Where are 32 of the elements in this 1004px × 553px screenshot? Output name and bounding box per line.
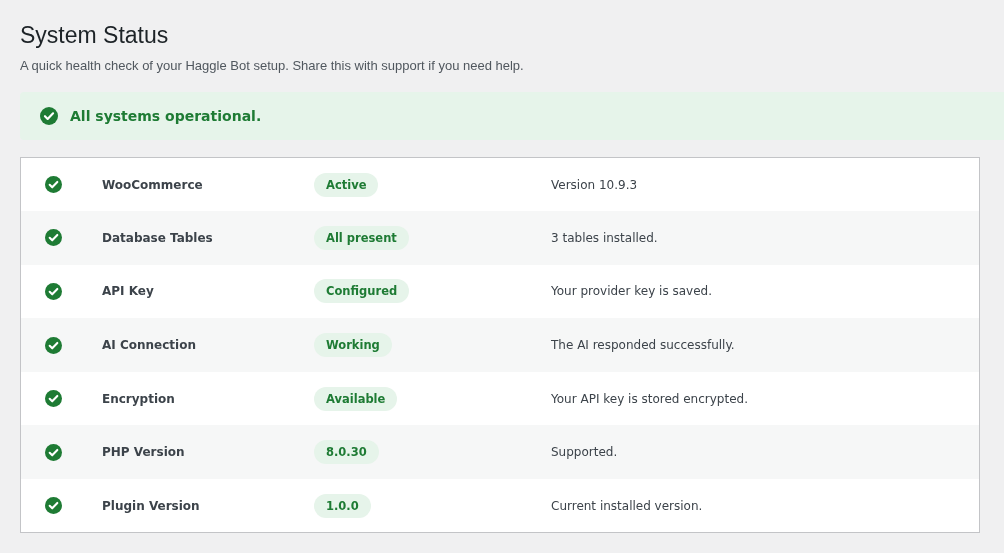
status-badge: Available xyxy=(314,386,398,411)
status-badge: Working xyxy=(314,333,392,358)
check-circle-icon xyxy=(45,390,62,408)
check-name: Database Tables xyxy=(102,230,213,245)
check-name: API Key xyxy=(102,284,154,299)
check-name: AI Connection xyxy=(102,338,196,353)
check-circle-icon xyxy=(45,443,62,461)
check-detail: The AI responded successfully. xyxy=(551,338,735,353)
check-circle-icon xyxy=(45,283,62,300)
check-name: PHP Version xyxy=(102,445,185,460)
check-detail: Version 10.9.3 xyxy=(551,177,638,192)
status-badge: Active xyxy=(314,172,379,197)
banner-message: All systems operational. xyxy=(70,108,262,124)
status-badge: All present xyxy=(314,225,409,250)
page-subtitle: A quick health check of your Haggle Bot setup. Share this with support if you need help. xyxy=(20,58,524,73)
check-circle-icon xyxy=(45,497,62,515)
check-detail: Supported. xyxy=(551,445,618,460)
check-detail: Your provider key is saved. xyxy=(551,284,712,299)
check-circle-icon xyxy=(45,336,62,354)
check-detail: 3 tables installed. xyxy=(551,230,658,245)
status-badge: Configured xyxy=(314,279,410,304)
check-name: WooCommerce xyxy=(102,177,203,192)
check-name: Plugin Version xyxy=(102,498,200,513)
status-badge: 1.0.0 xyxy=(314,493,371,518)
check-circle-icon xyxy=(40,107,58,125)
check-detail: Current installed version. xyxy=(551,498,703,513)
page-title: System Status xyxy=(20,21,169,50)
check-name: Encryption xyxy=(102,391,175,406)
check-detail: Your API key is stored encrypted. xyxy=(551,391,748,406)
check-circle-icon xyxy=(45,176,62,194)
check-circle-icon xyxy=(45,229,62,247)
status-badge: 8.0.30 xyxy=(314,440,379,465)
